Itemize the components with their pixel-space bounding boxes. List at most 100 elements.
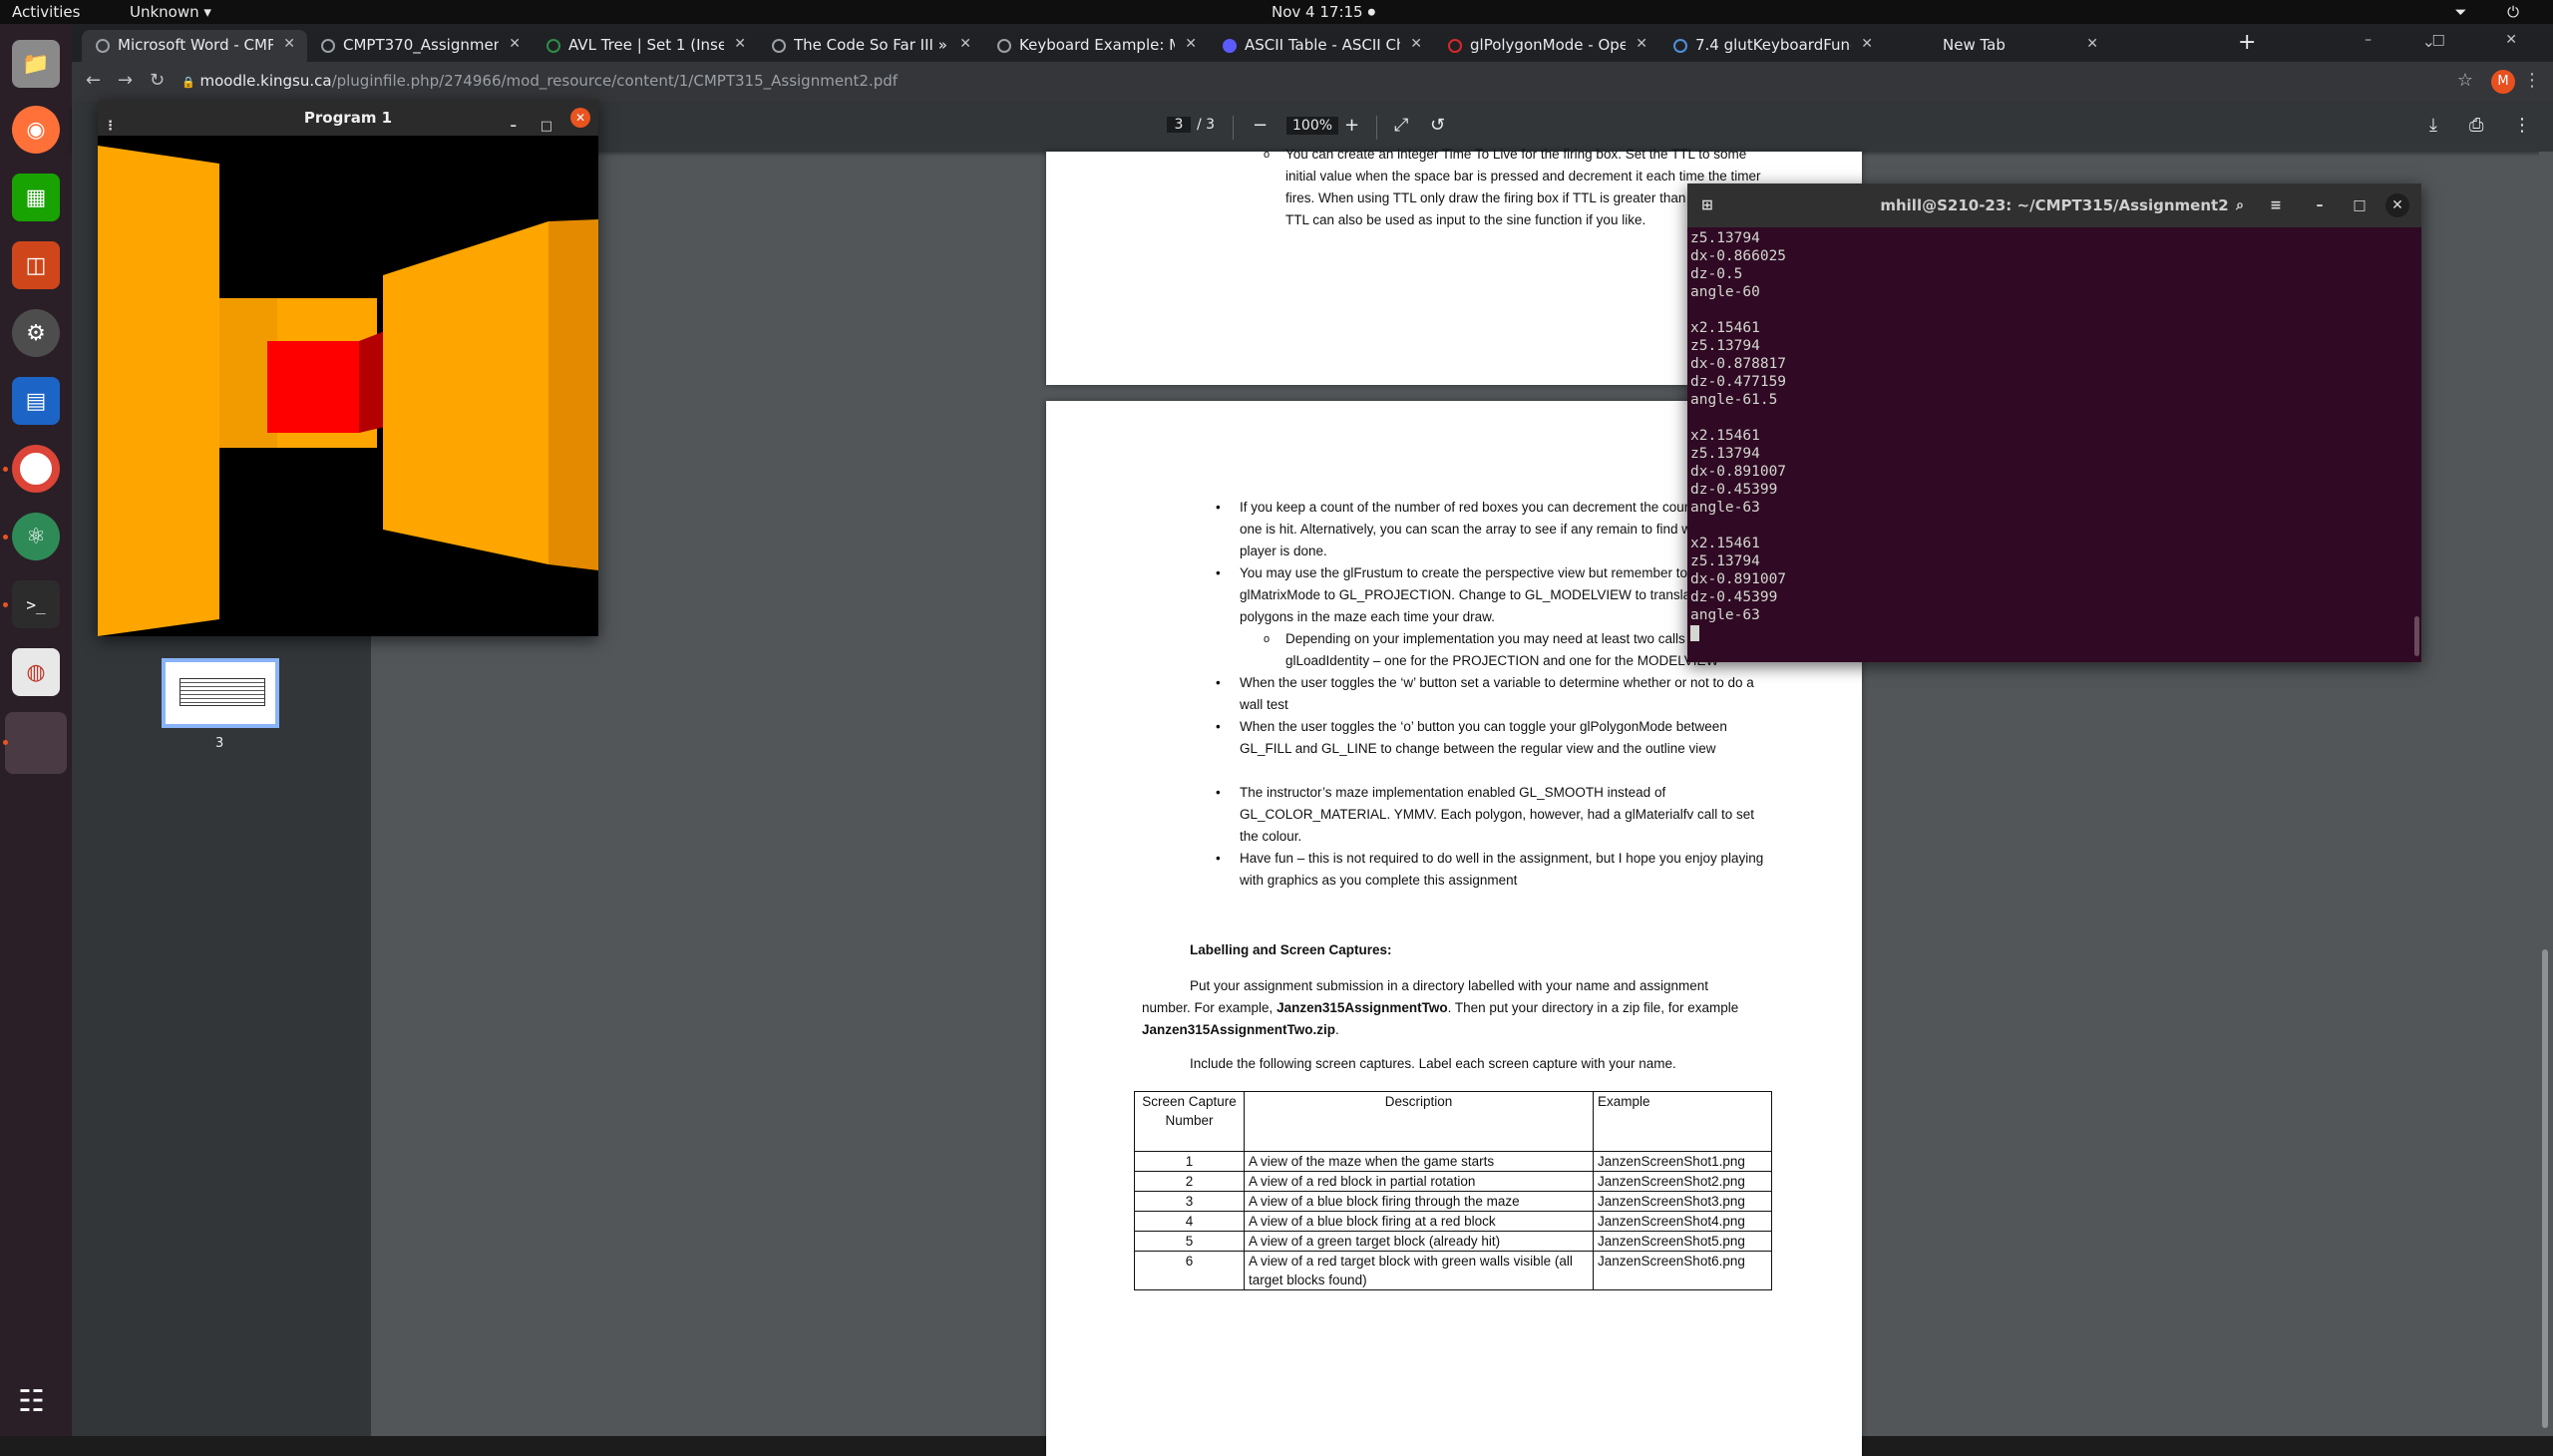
- show-apps-grid-icon[interactable]: ☷: [18, 1384, 45, 1419]
- hamburger-menu-icon[interactable]: ≡: [2264, 193, 2288, 217]
- active-app-icon[interactable]: [5, 712, 67, 774]
- table-row: 1A view of the maze when the game starts…: [1134, 1151, 1772, 1172]
- browser-menu-icon[interactable]: ⋮: [2523, 70, 2541, 91]
- url-field[interactable]: 🔒 moodle.kingsu.ca/pluginfile.php/274966…: [182, 72, 898, 90]
- table-cell: 3: [1134, 1191, 1245, 1212]
- maximize-icon[interactable]: □: [2348, 193, 2371, 217]
- minimize-icon[interactable]: –: [2308, 193, 2332, 217]
- system-top-bar: Activities Unknown ▾ Nov 4 17:15 ● ⏷ ⏻: [0, 0, 2553, 24]
- settings-icon[interactable]: ⚙: [12, 309, 60, 357]
- close-icon[interactable]: ✕: [570, 108, 590, 128]
- toolbar-divider: [1233, 116, 1234, 140]
- close-icon[interactable]: ✕: [2385, 193, 2409, 217]
- bookmark-star-icon[interactable]: ☆: [2457, 70, 2473, 91]
- table-cell: JanzenScreenShot2.png: [1593, 1171, 1772, 1192]
- tab-5[interactable]: ASCII Table - ASCII Charac… ✕: [1209, 30, 1434, 62]
- profile-avatar[interactable]: M: [2491, 70, 2515, 94]
- terminal-window[interactable]: mhill@S210-23: ~/CMPT315/Assignment2 ⊞ ⌕…: [1687, 183, 2421, 662]
- print-icon[interactable]: ⎙: [2469, 115, 2483, 136]
- terminal-icon[interactable]: >_: [12, 580, 60, 628]
- tab-6[interactable]: glPolygonMode - OpenGL… ✕: [1434, 30, 1659, 62]
- tab-close-icon[interactable]: ✕: [1861, 36, 1873, 52]
- toolbar-divider: [1376, 116, 1377, 140]
- table-cell: A view of the maze when the game starts: [1244, 1151, 1594, 1172]
- reload-icon[interactable]: ↻: [150, 70, 165, 91]
- page-total: 3: [1206, 117, 1216, 133]
- files-icon[interactable]: 📁: [12, 40, 60, 88]
- tab-4[interactable]: Keyboard Example: Movin… ✕: [983, 30, 1209, 62]
- atom-icon[interactable]: ⚛: [12, 513, 60, 560]
- tab-close-icon[interactable]: ✕: [2086, 36, 2098, 52]
- program-1-titlebar[interactable]: Program 1 ⋮ – □ ✕: [98, 100, 598, 136]
- tab-1[interactable]: CMPT370_AssignmentTw… ✕: [307, 30, 533, 62]
- table-cell: 1: [1134, 1151, 1245, 1172]
- tab-label: ASCII Table - ASCII Charac…: [1245, 36, 1400, 54]
- system-tray[interactable]: ⏷ ⏻: [2454, 3, 2537, 21]
- tab-0[interactable]: Microsoft Word - CMPT3… ✕: [82, 30, 307, 62]
- tab-close-icon[interactable]: ✕: [959, 36, 971, 52]
- terminal-scrollbar[interactable]: [2414, 229, 2419, 658]
- writer-icon[interactable]: ▤: [12, 377, 60, 425]
- pdf-more-icon[interactable]: ⋮: [2513, 115, 2531, 136]
- dock: 📁 ◉ ▦ ◫ ⚙ ▤ ⚛ >_ ◍ ☷: [0, 24, 72, 1436]
- terminal-title: mhill@S210-23: ~/CMPT315/Assignment2: [1880, 196, 2229, 214]
- firefox-icon[interactable]: ◉: [12, 106, 60, 154]
- red-target-block-side: [359, 331, 385, 433]
- page-thumbnail-3[interactable]: [162, 658, 279, 728]
- tab-label: The Code So Far III » Light…: [794, 36, 949, 54]
- impress-icon[interactable]: ◫: [12, 241, 60, 289]
- calc-icon[interactable]: ▦: [12, 174, 60, 221]
- tab-close-icon[interactable]: ✕: [734, 36, 746, 52]
- zoom-in-button[interactable]: +: [1344, 115, 1359, 136]
- tab-close-icon[interactable]: ✕: [509, 36, 521, 52]
- tab-close-icon[interactable]: ✕: [1410, 36, 1422, 52]
- forward-icon[interactable]: →: [118, 70, 133, 91]
- maze-3d-viewport[interactable]: [98, 136, 598, 636]
- download-icon[interactable]: ⤓: [2429, 115, 2437, 136]
- tab-close-icon[interactable]: ✕: [1185, 36, 1197, 52]
- search-icon[interactable]: ⌕: [2228, 193, 2252, 217]
- document-viewer-icon[interactable]: ◍: [12, 648, 60, 696]
- zoom-level-input[interactable]: 100%: [1286, 117, 1339, 135]
- chrome-icon[interactable]: [12, 445, 60, 493]
- section-heading: Labelling and Screen Captures:: [1190, 942, 1392, 957]
- scrollbar-thumb[interactable]: [2542, 949, 2548, 1428]
- pdf-scrollbar[interactable]: [2539, 152, 2553, 1436]
- table-cell: JanzenScreenShot1.png: [1593, 1151, 1772, 1172]
- back-icon[interactable]: ←: [86, 70, 101, 91]
- window-controls[interactable]: – □ ✕: [2365, 32, 2545, 48]
- table-cell: A view of a red block in partial rotatio…: [1244, 1171, 1594, 1192]
- clock[interactable]: Nov 4 17:15 ●: [1272, 3, 1375, 21]
- rotate-icon[interactable]: ↺: [1430, 115, 1445, 136]
- tab-3[interactable]: The Code So Far III » Light… ✕: [758, 30, 983, 62]
- activities-button[interactable]: Activities: [12, 3, 80, 21]
- lock-icon[interactable]: 🔒: [182, 76, 195, 89]
- table-cell: A view of a green target block (already …: [1244, 1231, 1594, 1252]
- scrollbar-thumb[interactable]: [2414, 616, 2419, 656]
- maze-right-wall-front: [383, 221, 548, 564]
- new-tab-button[interactable]: +: [2238, 30, 2256, 55]
- tab-7[interactable]: 7.4 glutKeyboardFunc ✕: [1659, 30, 1885, 62]
- running-indicator: [3, 535, 8, 540]
- tab-close-icon[interactable]: ✕: [283, 36, 295, 52]
- fit-page-icon[interactable]: ⤢: [1394, 115, 1408, 136]
- tab-close-icon[interactable]: ✕: [1636, 36, 1647, 52]
- bullet-wall-test: When the user toggles the ‘w’ button set…: [1216, 672, 1768, 716]
- tab-2[interactable]: AVL Tree | Set 1 (Insertion… ✕: [533, 30, 758, 62]
- table-cell: JanzenScreenShot5.png: [1593, 1231, 1772, 1252]
- table-cell: JanzenScreenShot3.png: [1593, 1191, 1772, 1212]
- new-tab-icon[interactable]: ⊞: [1695, 193, 1719, 217]
- terminal-output[interactable]: z5.13794 dx-0.866025 dz-0.5 angle-60 x2.…: [1690, 229, 2408, 658]
- page-number-input[interactable]: 3: [1167, 117, 1191, 133]
- app-menu[interactable]: Unknown ▾: [130, 3, 211, 21]
- zoom-out-button[interactable]: −: [1253, 115, 1268, 136]
- terminal-titlebar[interactable]: mhill@S210-23: ~/CMPT315/Assignment2 ⊞ ⌕…: [1687, 183, 2421, 227]
- tab-label: CMPT370_AssignmentTw…: [343, 36, 499, 54]
- table-cell: A view of a blue block firing at a red b…: [1244, 1211, 1594, 1232]
- table-row: 6A view of a red target block with green…: [1134, 1251, 1772, 1290]
- tab-label: New Tab: [1943, 36, 2006, 54]
- tab-8[interactable]: New Tab ✕: [1885, 30, 2110, 62]
- program-1-window[interactable]: Program 1 ⋮ – □ ✕: [98, 100, 598, 636]
- table-cell: A view of a red target block with green …: [1244, 1251, 1594, 1290]
- tab-label: Keyboard Example: Movin…: [1019, 36, 1175, 54]
